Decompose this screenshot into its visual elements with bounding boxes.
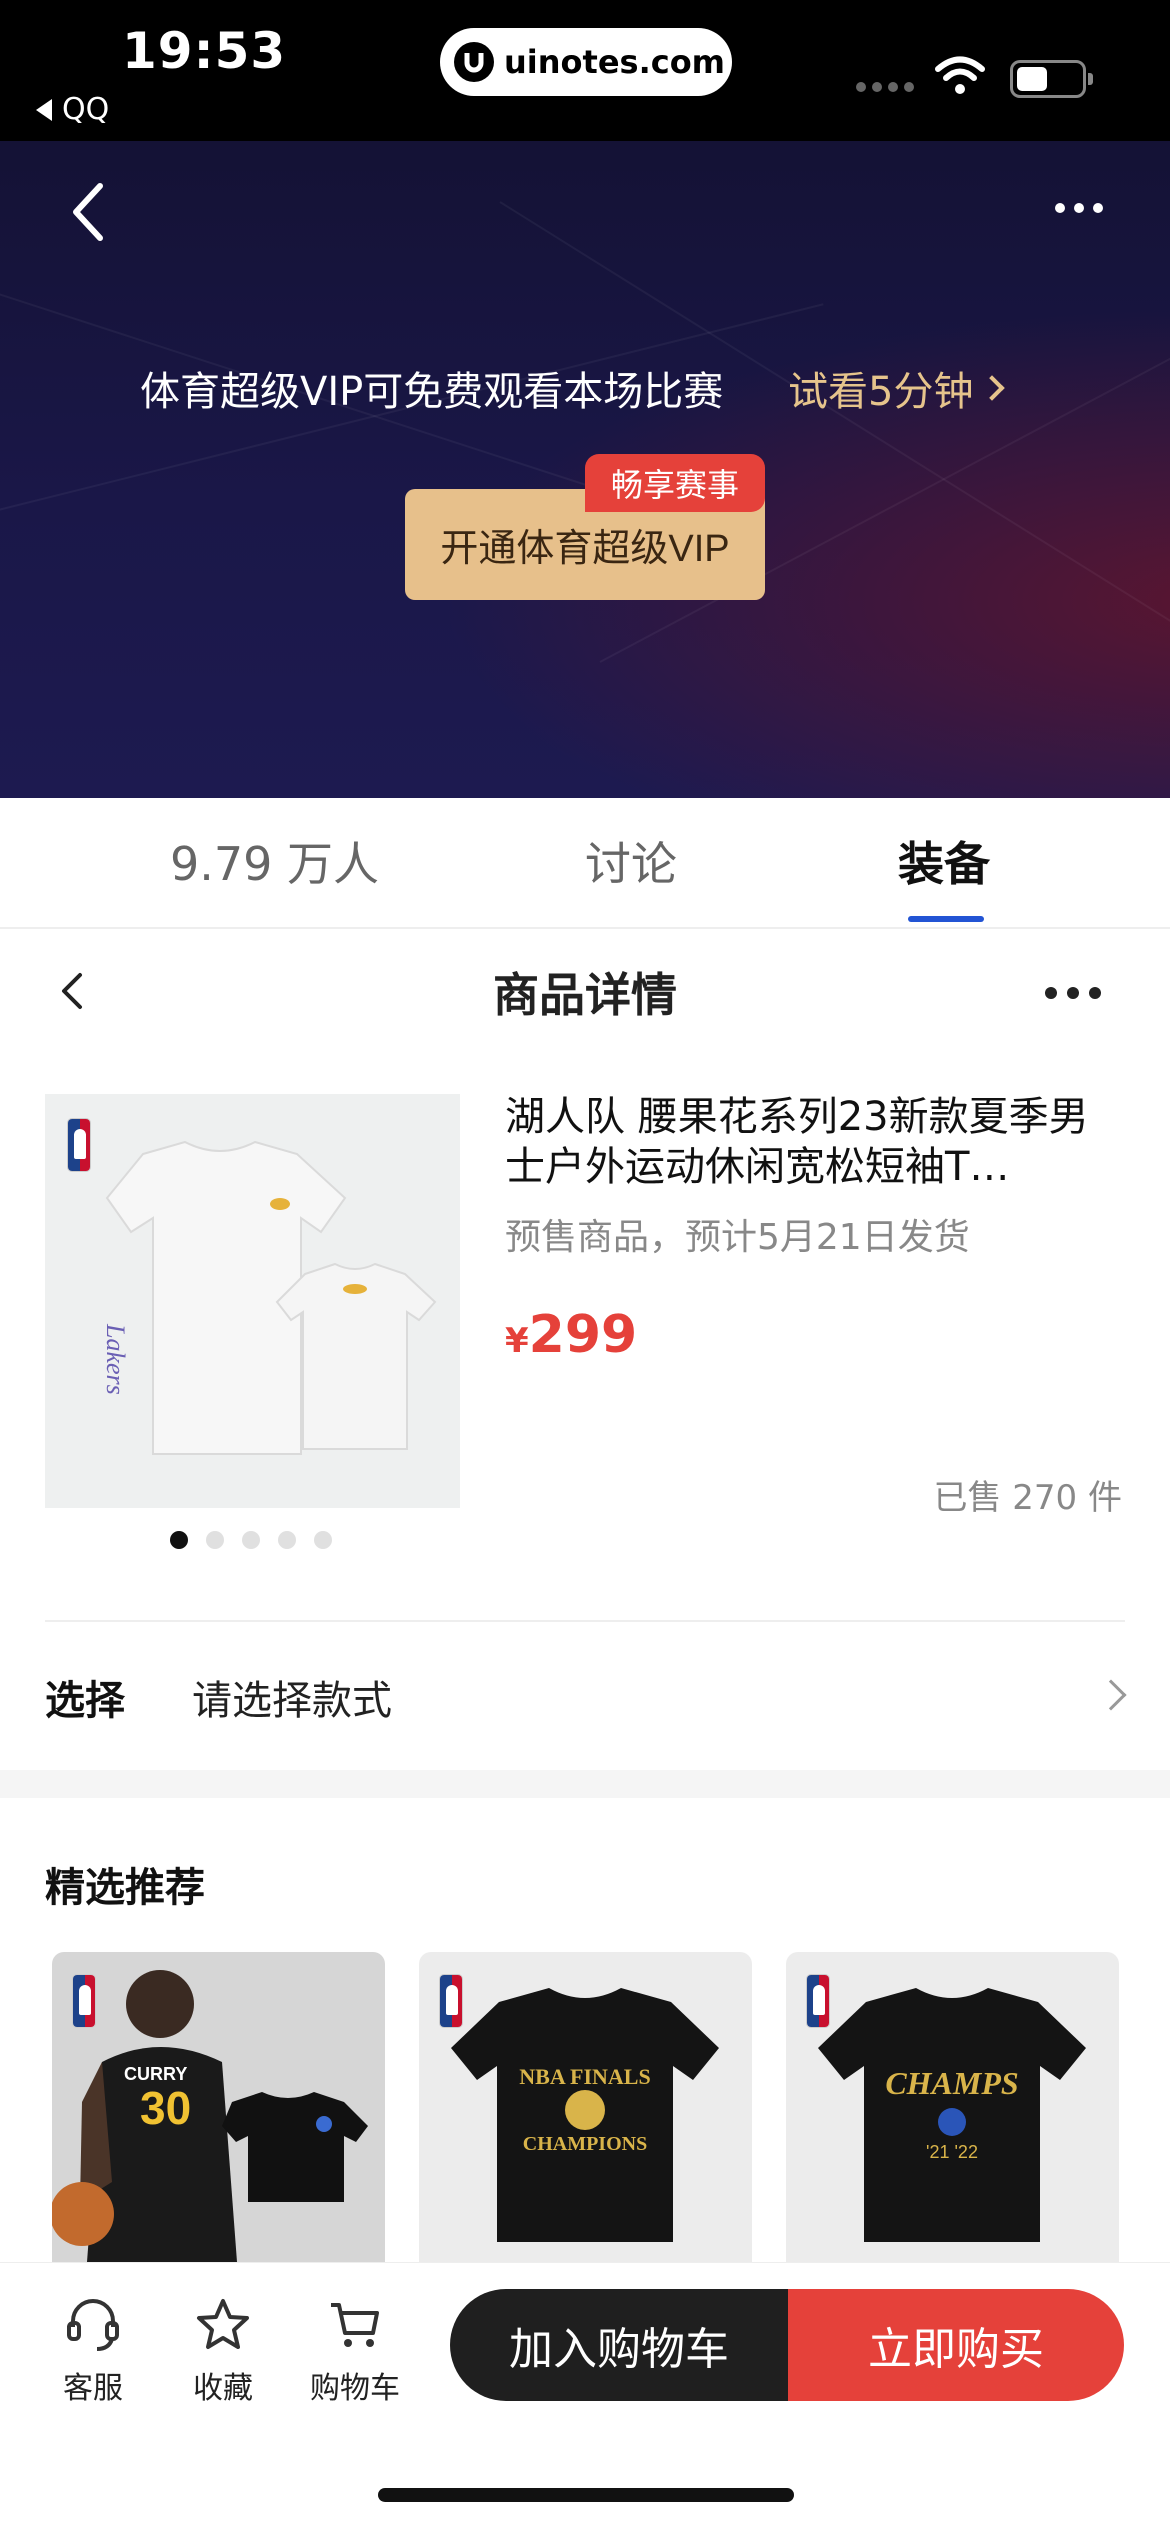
- vip-promo-badge: 畅享赛事: [585, 454, 765, 512]
- vip-free-watch-message: 体育超级VIP可免费观看本场比赛: [140, 369, 724, 415]
- tab-bar: 9.79 万人 讨论 装备: [0, 798, 1170, 929]
- shirt-print-sub: '21 '22: [926, 2142, 978, 2162]
- tab-viewers[interactable]: 9.79 万人: [170, 828, 379, 894]
- select-placeholder: 请选择款式: [192, 1678, 392, 1724]
- headset-icon: [67, 2299, 119, 2351]
- status-bar: 19:53 QQ uinotes.com: [0, 0, 1170, 141]
- select-label: 选择: [45, 1678, 125, 1724]
- price-value: 299: [528, 1305, 638, 1365]
- product-price: ¥ 299: [505, 1305, 637, 1365]
- shirt-print-text: NBA FINALS: [519, 2064, 650, 2089]
- uinotes-logo-icon: [454, 42, 494, 82]
- shirt-print-sub: CHAMPIONS: [523, 2133, 647, 2155]
- shirt-print-number: 30: [140, 2082, 191, 2134]
- recommend-item[interactable]: CHAMPS '21 '22: [786, 1952, 1119, 2262]
- sold-count: 已售 270 件: [933, 1478, 1122, 1518]
- url-text: uinotes.com: [504, 43, 726, 81]
- style-select-row[interactable]: 选择 请选择款式: [0, 1622, 1170, 1772]
- recommend-title: 精选推荐: [45, 1865, 205, 1911]
- active-tab-indicator: [908, 916, 984, 922]
- favorite-button[interactable]: 收藏: [168, 2295, 278, 2407]
- url-pill: uinotes.com: [440, 28, 732, 96]
- recommend-item[interactable]: NBA FINALS CHAMPIONS: [419, 1952, 752, 2262]
- svg-text:Lakers: Lakers: [101, 1323, 130, 1395]
- back-to-app-link[interactable]: QQ: [36, 92, 109, 127]
- detail-header: 商品详情: [0, 931, 1170, 1051]
- more-options-icon[interactable]: [1055, 203, 1103, 213]
- cellular-signal-icon: [856, 82, 914, 92]
- product-image: NBA FINALS CHAMPIONS: [451, 1988, 719, 2242]
- shirt-print-text: CHAMPS: [885, 2065, 1018, 2101]
- tshirt-image: Lakers: [101, 1140, 437, 1455]
- customer-service-label: 客服: [63, 2371, 123, 2406]
- customer-service-button[interactable]: 客服: [38, 2295, 148, 2407]
- product-title: 湖人队 腰果花系列23新款夏季男士户外运动休闲宽松短袖T…: [505, 1094, 1089, 1190]
- add-to-cart-button[interactable]: 加入购物车: [450, 2289, 788, 2401]
- star-icon: [197, 2299, 249, 2349]
- status-time: 19:53: [122, 22, 287, 80]
- product-image: CURRY 30: [52, 1970, 368, 2262]
- presale-notice: 预售商品，预计5月21日发货: [505, 1217, 970, 1258]
- back-arrow-icon[interactable]: [62, 176, 114, 248]
- home-indicator: [378, 2488, 794, 2502]
- page-title: 商品详情: [493, 968, 677, 1022]
- video-vip-banner: 体育超级VIP可免费观看本场比赛 试看5分钟 开通体育超级VIP 畅享赛事: [0, 141, 1170, 798]
- favorite-label: 收藏: [193, 2371, 253, 2406]
- price-currency: ¥: [505, 1321, 529, 1361]
- trial-watch-link[interactable]: 试看5分钟: [788, 359, 1006, 417]
- back-triangle-icon: [36, 98, 52, 121]
- product-image-carousel[interactable]: Lakers: [45, 1094, 460, 1508]
- trial-watch-label: 试看5分钟: [788, 369, 974, 415]
- shirt-print-text: CURRY: [124, 2064, 187, 2084]
- wifi-icon: [935, 56, 985, 94]
- tab-equipment[interactable]: 装备: [898, 828, 990, 894]
- chevron-right-icon: [979, 375, 1006, 401]
- image-pagination-dots: [170, 1531, 332, 1549]
- back-app-label: QQ: [62, 92, 110, 127]
- chevron-right-icon: [1095, 1679, 1127, 1711]
- product-image: CHAMPS '21 '22: [818, 1988, 1086, 2242]
- shopping-cart-icon: [331, 2303, 379, 2347]
- tab-discussion[interactable]: 讨论: [585, 828, 677, 894]
- recommend-item[interactable]: CURRY 30: [52, 1952, 385, 2262]
- battery-icon: [1010, 60, 1093, 98]
- detail-more-icon[interactable]: [1045, 987, 1101, 999]
- buy-now-button[interactable]: 立即购买: [788, 2289, 1124, 2401]
- cart-button[interactable]: 购物车: [300, 2295, 410, 2407]
- cart-label: 购物车: [310, 2371, 400, 2406]
- section-divider: [0, 1770, 1170, 1798]
